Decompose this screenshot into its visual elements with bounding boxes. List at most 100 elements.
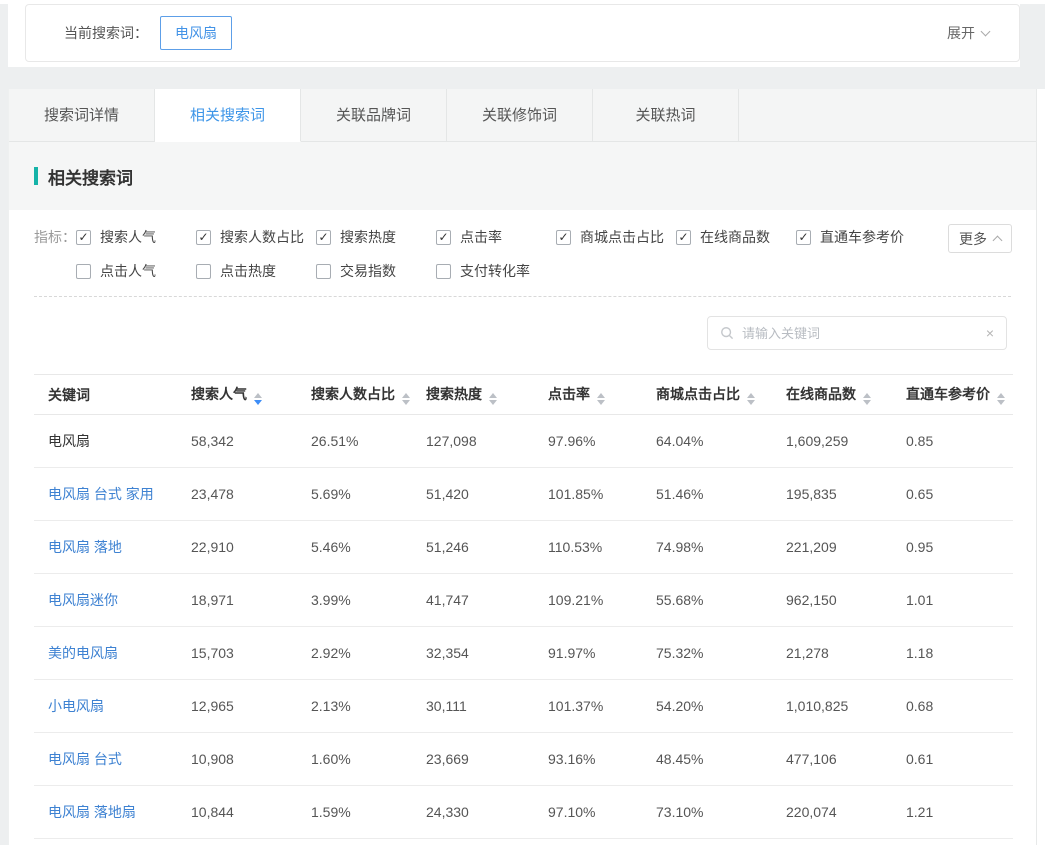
checkbox-checked-icon[interactable]: ✓: [436, 230, 451, 245]
clear-icon[interactable]: ×: [986, 326, 994, 340]
metric-label: 直通车参考价: [820, 227, 904, 247]
metric-cell: 75.32%: [642, 627, 772, 680]
metric-cell: 97.10%: [534, 786, 642, 839]
metric-cell: 1,010,825: [772, 680, 892, 733]
sort-icon[interactable]: [489, 393, 497, 405]
table-row: 电风扇58,34226.51%127,09897.96%64.04%1,609,…: [34, 415, 1013, 468]
sort-icon[interactable]: [402, 393, 410, 405]
search-input[interactable]: [742, 326, 978, 341]
table-row: 电风扇 台式10,9081.60%23,66993.16%48.45%477,1…: [34, 733, 1013, 786]
sort-icon[interactable]: [997, 393, 1005, 405]
column-label: 关键词: [48, 387, 90, 403]
metric-checkbox-row1-1[interactable]: ✓搜索人气: [76, 226, 196, 248]
keyword-link[interactable]: 电风扇迷你: [34, 574, 177, 627]
metric-cell: 22,910: [177, 521, 297, 574]
metric-checkbox-row2-4[interactable]: 支付转化率: [436, 260, 556, 282]
current-keyword-button[interactable]: 电风扇: [160, 16, 232, 50]
metric-filters: 指标： ✓搜索人气✓搜索人数占比✓搜索热度✓点击率✓商城点击占比✓在线商品数✓直…: [9, 210, 1036, 297]
column-header-3[interactable]: 搜索人数占比: [297, 375, 412, 415]
sort-icon[interactable]: [863, 393, 871, 405]
metric-checkbox-row1-5[interactable]: ✓商城点击占比: [556, 226, 676, 248]
metric-label: 交易指数: [340, 261, 396, 281]
checkbox-unchecked-icon[interactable]: [316, 264, 331, 279]
checkbox-checked-icon[interactable]: ✓: [76, 230, 91, 245]
metric-cell: 32,354: [412, 627, 534, 680]
metric-checkbox-row2-1[interactable]: 点击人气: [76, 260, 196, 282]
checkbox-checked-icon[interactable]: ✓: [556, 230, 571, 245]
metric-cell: 1.21: [892, 786, 1013, 839]
checkbox-unchecked-icon[interactable]: [196, 264, 211, 279]
metric-cell: 54.20%: [642, 680, 772, 733]
sort-icon[interactable]: [597, 393, 605, 405]
more-button[interactable]: 更多: [948, 224, 1012, 253]
keyword-link[interactable]: 小电风扇: [34, 680, 177, 733]
metric-checkbox-row1-6[interactable]: ✓ 在线商品数: [676, 226, 796, 248]
current-search-section: 当前搜索词： 电风扇 展开: [8, 4, 1020, 67]
keyword-link[interactable]: 电风扇 落地扇: [34, 786, 177, 839]
metric-row-1: ✓搜索人气✓搜索人数占比✓搜索热度✓点击率✓商城点击占比✓在线商品数✓直通车参考…: [76, 226, 1036, 248]
checkbox-checked-icon[interactable]: ✓: [796, 230, 811, 245]
metric-label: 在线商品数: [700, 227, 770, 247]
chevron-up-icon: [993, 236, 1003, 246]
tab-bar: 搜索词详情相关搜索词关联品牌词关联修饰词关联热词: [9, 89, 1036, 142]
metric-cell: 101.37%: [534, 680, 642, 733]
metric-cell: 93.16%: [534, 733, 642, 786]
metric-cell: 21,278: [772, 627, 892, 680]
metric-checkbox-row1-2[interactable]: ✓ 搜索人数占比: [196, 226, 316, 248]
metric-cell: 5.46%: [297, 521, 412, 574]
column-header-7[interactable]: 在线商品数: [772, 375, 892, 415]
metric-label: 支付转化率: [460, 261, 530, 281]
metric-cell: 220,074: [772, 786, 892, 839]
more-label: 更多: [959, 229, 987, 249]
checkbox-unchecked-icon[interactable]: [76, 264, 91, 279]
metric-checkbox-row1-7[interactable]: ✓ 直通车参考价: [796, 226, 916, 248]
metric-cell: 23,478: [177, 468, 297, 521]
metric-checkbox-row2-2[interactable]: 点击热度: [196, 260, 316, 282]
metric-cell: 26.51%: [297, 415, 412, 468]
metric-checkbox-row1-3[interactable]: ✓ 搜索热度: [316, 226, 436, 248]
metrics-label: 指标：: [34, 226, 76, 282]
keyword-link[interactable]: 电风扇 落地: [34, 521, 177, 574]
checkbox-checked-icon[interactable]: ✓: [196, 230, 211, 245]
tab-2[interactable]: 相关搜索词: [155, 89, 301, 142]
column-header-5[interactable]: 点击率: [534, 375, 642, 415]
expand-label: 展开: [947, 23, 975, 43]
column-header-6[interactable]: 商城点击占比: [642, 375, 772, 415]
metric-label: 搜索人数占比: [220, 227, 304, 247]
metric-checkbox-row2-3[interactable]: 交易指数: [316, 260, 436, 282]
metric-cell: 58,342: [177, 415, 297, 468]
column-header-2[interactable]: 搜索人气: [177, 375, 297, 415]
table-row: 小电风扇12,9652.13%30,111101.37%54.20%1,010,…: [34, 680, 1013, 733]
keyword-search-box[interactable]: ×: [707, 316, 1007, 350]
tab-4[interactable]: 关联修饰词: [447, 89, 593, 142]
sort-icon[interactable]: [254, 393, 262, 405]
metric-cell: 1.60%: [297, 733, 412, 786]
metric-cell: 0.68: [892, 680, 1013, 733]
keyword-link[interactable]: 电风扇 台式: [34, 733, 177, 786]
metric-cell: 51.46%: [642, 468, 772, 521]
table-row: 电风扇迷你18,9713.99%41,747109.21%55.68%962,1…: [34, 574, 1013, 627]
tab-3[interactable]: 关联品牌词: [301, 89, 447, 142]
expand-toggle[interactable]: 展开: [947, 23, 989, 43]
tab-5[interactable]: 关联热词: [593, 89, 739, 142]
column-header-8[interactable]: 直通车参考价: [892, 375, 1013, 415]
metric-cell: 51,420: [412, 468, 534, 521]
table-row: 美的电风扇15,7032.92%32,35491.97%75.32%21,278…: [34, 627, 1013, 680]
metric-cell: 41,747: [412, 574, 534, 627]
keyword-link[interactable]: 美的电风扇: [34, 627, 177, 680]
metric-checkbox-row1-4[interactable]: ✓点击率: [436, 226, 556, 248]
current-search-card: 当前搜索词： 电风扇 展开: [25, 4, 1020, 62]
checkbox-unchecked-icon[interactable]: [436, 264, 451, 279]
column-header-4[interactable]: 搜索热度: [412, 375, 534, 415]
metric-row-2: 点击人气点击热度 交易指数 支付转化率: [76, 260, 1036, 282]
related-keywords-table: 关键词 搜索人气搜索人数占比搜索热度点击率商城点击占比在线商品数直通车参考价 电风…: [34, 374, 1013, 839]
tab-1[interactable]: 搜索词详情: [9, 89, 155, 142]
section-gap: [0, 67, 1045, 89]
sort-icon[interactable]: [747, 393, 755, 405]
table-header-row: 关键词 搜索人气搜索人数占比搜索热度点击率商城点击占比在线商品数直通车参考价: [34, 375, 1013, 415]
keyword-link[interactable]: 电风扇 台式 家用: [34, 468, 177, 521]
checkbox-checked-icon[interactable]: ✓: [316, 230, 331, 245]
metric-label: 搜索热度: [340, 227, 396, 247]
checkbox-checked-icon[interactable]: ✓: [676, 230, 691, 245]
metric-cell: 195,835: [772, 468, 892, 521]
